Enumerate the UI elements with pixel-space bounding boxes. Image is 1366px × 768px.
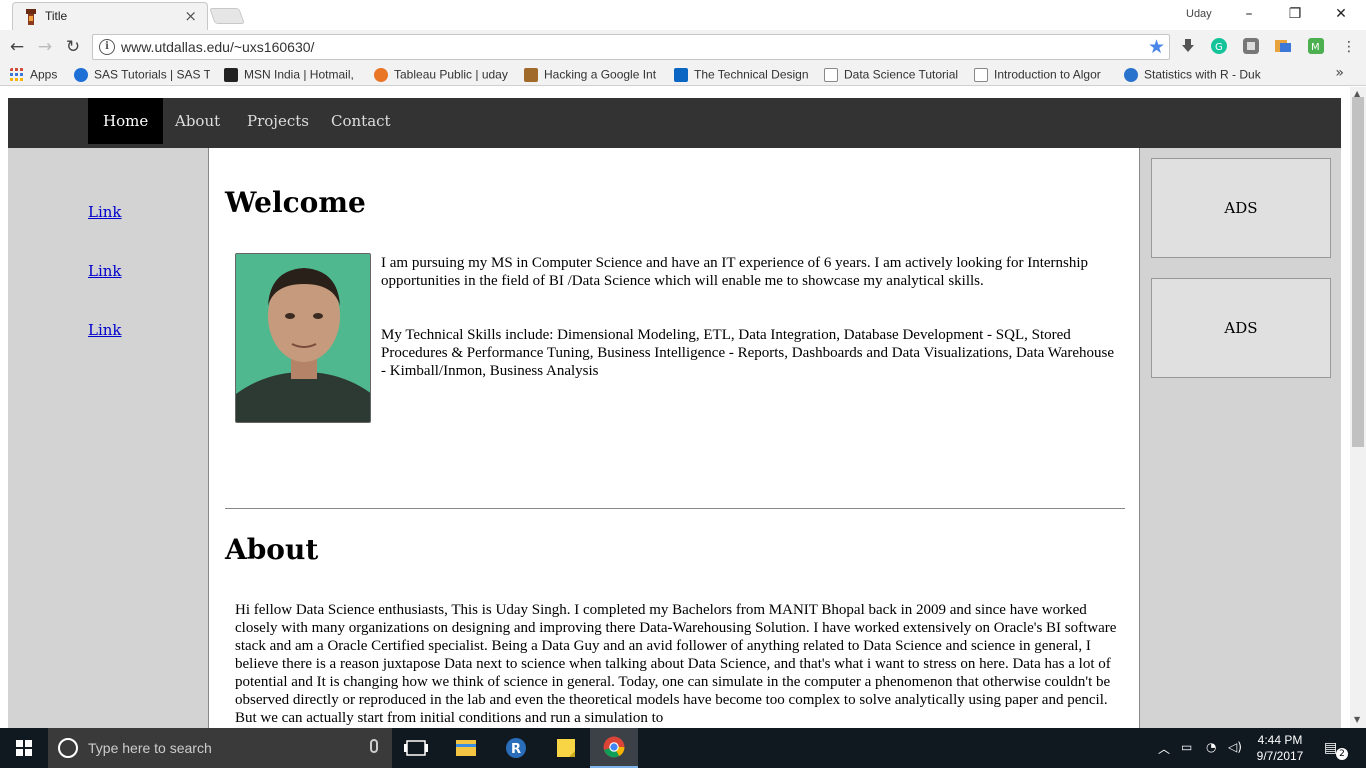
nav-about[interactable]: About [160,98,235,144]
battery-icon[interactable]: ▭ [1181,740,1192,754]
extension-icon[interactable] [1243,38,1259,54]
right-sidebar: ADS ADS [1140,148,1341,728]
browser-toolbar: ← → ↻ i www.utdallas.edu/~uxs160630/ ★ G… [0,30,1366,64]
clock-date: 9/7/2017 [1256,749,1304,763]
left-sidebar: Link Link Link [8,148,208,728]
minimize-button[interactable]: – [1226,4,1272,26]
forward-button[interactable]: → [34,36,56,58]
task-view-icon[interactable] [392,728,440,768]
url-text[interactable]: www.utdallas.edu/~uxs160630/ [121,39,314,55]
chrome-taskbar-icon[interactable] [590,728,638,768]
bookmark-item[interactable]: SAS Tutorials | SAS Tr [74,67,210,83]
windows-taskbar: Type here to search R ︿ ▭ ◔ ◁) 4:44 PM 9… [0,728,1366,768]
scroll-thumb[interactable] [1352,97,1364,447]
apps-grid-icon [10,67,23,81]
r-app-icon[interactable]: R [492,728,540,768]
bookmark-item[interactable]: Data Science Tutorial [824,67,960,83]
cortana-icon [58,738,78,758]
bookmark-item[interactable]: Introduction to Algor [974,67,1110,83]
download-icon[interactable] [1180,38,1196,54]
sidebar-link[interactable]: Link [88,203,122,221]
bookmarks-bar: Apps SAS Tutorials | SAS Tr MSN India | … [0,64,1366,86]
bookmark-item[interactable]: Apps [10,67,66,83]
svg-text:M: M [1311,42,1320,53]
svg-text:G: G [1215,42,1223,53]
msn-icon [224,67,238,82]
bookmark-item[interactable]: MSN India | Hotmail, [224,67,358,83]
grammarly-icon[interactable]: G [1211,38,1227,54]
nav-contact[interactable]: Contact [316,98,406,144]
page-icon [824,67,838,82]
extension-icon-3[interactable]: M [1308,38,1324,54]
coursera-icon [1124,67,1138,82]
scroll-down-icon[interactable]: ▼ [1354,715,1360,724]
file-explorer-icon[interactable] [442,728,490,768]
hacking-icon [524,67,538,82]
address-bar[interactable]: i www.utdallas.edu/~uxs160630/ ★ [92,34,1170,60]
ad-box[interactable]: ADS [1151,158,1331,258]
section-divider [225,508,1125,509]
close-window-button[interactable]: ✕ [1318,4,1364,26]
bookmark-star-icon[interactable]: ★ [1148,36,1165,58]
page-scrollbar[interactable]: ▲ ▼ [1350,87,1366,728]
nav-home[interactable]: Home [88,98,164,144]
tab-title: Title [45,9,68,23]
linkedin-icon [674,67,688,82]
bookmark-item[interactable]: Tableau Public | uday [374,67,510,83]
welcome-intro-text: I am pursuing my MS in Computer Science … [381,255,1089,289]
extension-icon-2[interactable] [1275,38,1291,54]
page-icon [974,67,988,82]
page-viewport: Home About Projects Contact Link Link Li… [0,87,1350,728]
skills-text: My Technical Skills include: Dimensional… [381,327,1115,379]
clock-time: 4:44 PM [1257,733,1303,747]
profile-photo [235,253,371,423]
browser-tab[interactable]: Title × [12,2,208,30]
browser-tab-strip: Title × Uday – ❐ ✕ [0,0,1366,30]
ad-box[interactable]: ADS [1151,278,1331,378]
notification-count: 2 [1336,748,1348,760]
sidebar-link[interactable]: Link [88,321,122,339]
utd-favicon-icon [26,9,36,25]
sticky-notes-icon[interactable] [542,728,590,768]
new-tab-button[interactable] [209,8,245,24]
wifi-icon[interactable]: ◔ [1206,740,1216,754]
welcome-heading: Welcome [225,186,366,219]
back-button[interactable]: ← [6,36,28,58]
volume-icon[interactable]: ◁) [1228,740,1242,754]
tableau-icon [374,67,388,82]
bookmark-item[interactable]: Statistics with R - Duk [1124,67,1262,83]
bookmark-item[interactable]: The Technical Design [674,67,810,83]
restore-button[interactable]: ❐ [1272,4,1318,26]
bookmarks-overflow-button[interactable]: » [1335,65,1344,81]
tab-close-icon[interactable]: × [184,7,197,25]
about-text: Hi fellow Data Science enthusiasts, This… [235,602,1117,726]
about-heading: About [225,533,319,566]
show-hidden-icons[interactable]: ︿ [1158,740,1170,757]
taskbar-search[interactable]: Type here to search [48,728,392,768]
windows-start-icon[interactable] [0,728,48,768]
sidebar-link[interactable]: Link [88,262,122,280]
microphone-icon[interactable] [370,739,378,753]
bookmark-item[interactable]: Hacking a Google Int [524,67,660,83]
main-content: Welcome I am pursuing my MS in Computer … [208,148,1140,728]
reload-button[interactable]: ↻ [62,36,84,58]
nav-projects[interactable]: Projects [232,98,324,144]
svg-text:R: R [511,742,521,757]
menu-icon[interactable]: ⋮ [1338,36,1360,58]
profile-name[interactable]: Uday [1186,8,1212,20]
site-navbar: Home About Projects Contact [8,98,1341,148]
taskbar-clock[interactable]: 4:44 PM 9/7/2017 [1250,732,1310,764]
search-placeholder: Type here to search [88,740,212,756]
sas-icon [74,67,88,82]
site-info-icon[interactable]: i [99,39,115,55]
